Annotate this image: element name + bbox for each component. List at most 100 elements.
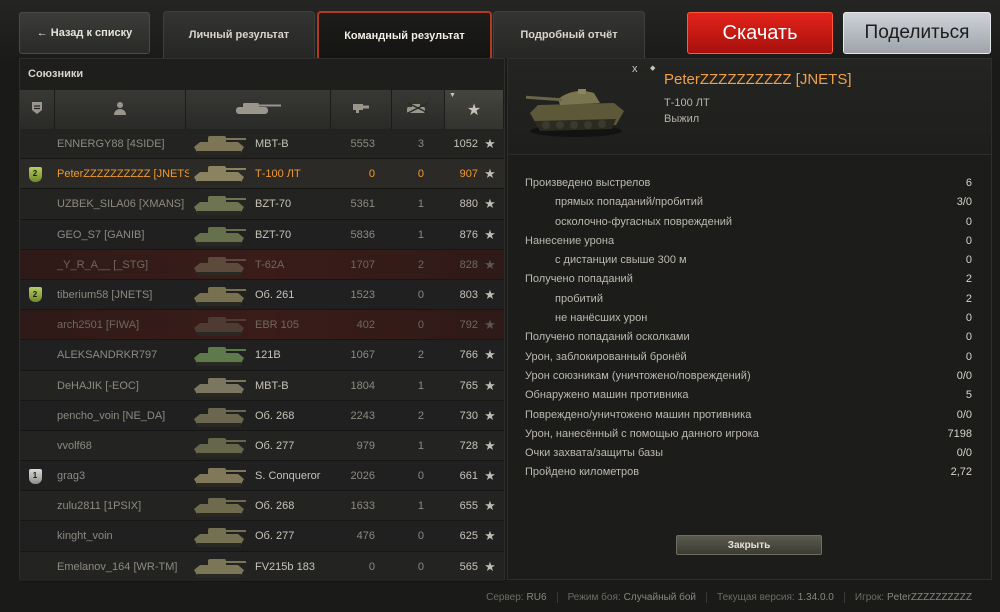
tab-team-result[interactable]: Командный результат bbox=[317, 11, 492, 58]
stat-label: пробитий bbox=[555, 292, 603, 305]
stat-label: Получено попаданий осколками bbox=[525, 331, 690, 344]
stat-value: 0 bbox=[965, 254, 972, 267]
column-damage[interactable] bbox=[331, 90, 392, 129]
share-label: Поделиться bbox=[864, 22, 970, 43]
rank-cell bbox=[26, 340, 44, 370]
table-row[interactable]: 2 PeterZZZZZZZZZZ [JNETS] Т-100 ЛТ 0 0 907 ★ bbox=[20, 159, 504, 190]
damage-value: 1523 bbox=[350, 288, 375, 301]
footer-value: RU6 bbox=[526, 591, 547, 603]
stat-value: 0 bbox=[965, 234, 972, 247]
stat-value: 0/0 bbox=[956, 447, 972, 460]
close-button[interactable]: Закрыть bbox=[676, 535, 822, 555]
player-name: UZBEK_SILA06 [XMANS] bbox=[57, 198, 185, 211]
stat-label: Очки захвата/защиты базы bbox=[525, 447, 663, 460]
star-icon: ★ bbox=[484, 468, 496, 484]
stat-row: Нанесение урона 0 bbox=[525, 232, 972, 251]
table-row[interactable]: _Y_R_A__ [_STG] T-62A 1707 2 828 ★ bbox=[20, 249, 504, 280]
table-row[interactable]: 2 tiberium58 [JNETS] Об. 261 1523 0 803 ★ bbox=[20, 279, 504, 311]
player-name: Emelanov_164 [WR-TM] bbox=[57, 560, 178, 573]
tab-detailed-report[interactable]: Подробный отчёт bbox=[493, 11, 645, 58]
close-icon[interactable]: x bbox=[632, 63, 638, 75]
back-label: ← Назад к списку bbox=[36, 27, 133, 39]
stat-label: осколочно-фугасных повреждений bbox=[555, 215, 733, 228]
player-name: tiberium58 [JNETS] bbox=[57, 288, 153, 301]
rank-cell bbox=[26, 250, 44, 280]
column-xp[interactable]: ▼ ★ bbox=[445, 90, 504, 129]
stat-value: 3/0 bbox=[956, 196, 972, 209]
player-name: kinght_voin bbox=[57, 530, 113, 543]
allies-panel: Союзники ▼ ★ ENNERGY88 [4SIDE] MBT-B 5553 3… bbox=[19, 58, 505, 582]
kills-value: 0 bbox=[417, 560, 424, 573]
xp-value: 565 bbox=[459, 560, 478, 573]
table-row[interactable]: 1 grag3 S. Conqueror 2026 0 661 ★ bbox=[20, 461, 504, 492]
footer-item: Сервер: RU6 bbox=[476, 592, 556, 603]
stat-value: 7198 bbox=[947, 427, 972, 440]
player-status: Выжил bbox=[664, 113, 700, 125]
footer-value: 1.34.0.0 bbox=[797, 591, 834, 603]
footer: Сервер: RU6 Режим боя: Случайный бой Текущая… bbox=[0, 582, 1000, 612]
table-row[interactable]: pencho_voin [NE_DA] Об. 268 2243 2 730 ★ bbox=[20, 400, 504, 431]
stat-label: прямых попаданий/пробитий bbox=[555, 196, 704, 209]
tank-thumbnail-icon bbox=[188, 159, 250, 189]
damage-value: 1804 bbox=[350, 379, 375, 392]
damage-value: 2026 bbox=[350, 470, 375, 483]
table-row[interactable]: zulu2811 [1PSIX] Об. 268 1633 1 655 ★ bbox=[20, 491, 504, 522]
kills-value: 0 bbox=[417, 470, 424, 483]
table-row[interactable]: DeHAJIK [-EOC] MBT-B 1804 1 765 ★ bbox=[20, 370, 504, 401]
mastery-badge-icon: 2 bbox=[28, 166, 42, 182]
player-name: _Y_R_A__ [_STG] bbox=[57, 258, 149, 271]
column-player[interactable] bbox=[55, 90, 186, 129]
top-bar: ← Назад к списку Личный результат Команд… bbox=[0, 0, 1000, 58]
star-icon: ★ bbox=[484, 377, 496, 393]
table-row[interactable]: vvolf68 Об. 277 979 1 728 ★ bbox=[20, 430, 504, 462]
kills-value: 1 bbox=[417, 439, 424, 452]
star-icon: ★ bbox=[484, 347, 496, 363]
stat-value: 2 bbox=[965, 292, 972, 305]
footer-value: PeterZZZZZZZZZZ bbox=[887, 591, 972, 603]
stat-label: Урон союзникам (уничтожено/повреждений) bbox=[525, 369, 751, 382]
tab-label: Личный результат bbox=[188, 29, 290, 41]
share-button[interactable]: Поделиться bbox=[843, 12, 991, 54]
table-row[interactable]: Emelanov_164 [WR-TM] FV215b 183 0 0 565 ★ bbox=[20, 551, 504, 582]
xp-value: 661 bbox=[459, 470, 478, 483]
xp-value: 828 bbox=[459, 258, 478, 271]
tab-personal-result[interactable]: Личный результат bbox=[163, 11, 315, 58]
tank-thumbnail-icon bbox=[188, 310, 250, 340]
kills-value: 1 bbox=[417, 198, 424, 211]
stat-row: Урон, нанесённый с помощью данного игрок… bbox=[525, 425, 972, 444]
tank-image bbox=[524, 69, 628, 142]
stat-value: 0 bbox=[965, 215, 972, 228]
table-row[interactable]: GEO_S7 [GANIB] BZT-70 5836 1 876 ★ bbox=[20, 219, 504, 250]
download-button[interactable]: Скачать bbox=[687, 12, 833, 54]
table-row[interactable]: kinght_voin Об. 277 476 0 625 ★ bbox=[20, 521, 504, 552]
table-row[interactable]: arch2501 [FIWA] EBR 105 402 0 792 ★ bbox=[20, 310, 504, 341]
table-row[interactable]: ALEKSANDRKR797 121B 1067 2 766 ★ bbox=[20, 340, 504, 371]
damage-value: 5361 bbox=[350, 198, 375, 211]
panel-title: Союзники bbox=[28, 68, 84, 80]
column-vehicle[interactable] bbox=[186, 90, 331, 129]
stat-label: Повреждено/уничтожено машин противника bbox=[525, 408, 752, 421]
tank-thumbnail-icon bbox=[188, 491, 250, 521]
player-name: DeHAJIK [-EOC] bbox=[57, 379, 139, 392]
rank-cell bbox=[26, 129, 44, 159]
footer-label: Сервер: bbox=[486, 591, 524, 603]
rank-cell bbox=[26, 552, 44, 582]
stat-row: прямых попаданий/пробитий 3/0 bbox=[525, 193, 972, 212]
back-to-list-button[interactable]: ← Назад к списку bbox=[19, 12, 150, 54]
damage-value: 1707 bbox=[350, 258, 375, 271]
column-kills[interactable] bbox=[392, 90, 445, 129]
tank-thumbnail-icon bbox=[188, 371, 250, 401]
rank-cell bbox=[26, 189, 44, 219]
stat-value: 2 bbox=[965, 273, 972, 286]
column-rank[interactable] bbox=[20, 90, 55, 129]
table-row[interactable]: UZBEK_SILA06 [XMANS] BZT-70 5361 1 880 ★ bbox=[20, 189, 504, 220]
damage-value: 0 bbox=[368, 560, 375, 573]
xp-value: 625 bbox=[459, 530, 478, 543]
star-icon: ★ bbox=[484, 498, 496, 514]
xp-value: 792 bbox=[459, 319, 478, 332]
tank-thumbnail-icon bbox=[188, 129, 250, 159]
player-name: PeterZZZZZZZZZZ [JNETS] bbox=[664, 71, 852, 88]
xp-value: 880 bbox=[459, 198, 478, 211]
table-row[interactable]: ENNERGY88 [4SIDE] MBT-B 5553 3 1052 ★ bbox=[20, 129, 504, 160]
tank-thumbnail-icon bbox=[188, 431, 250, 461]
